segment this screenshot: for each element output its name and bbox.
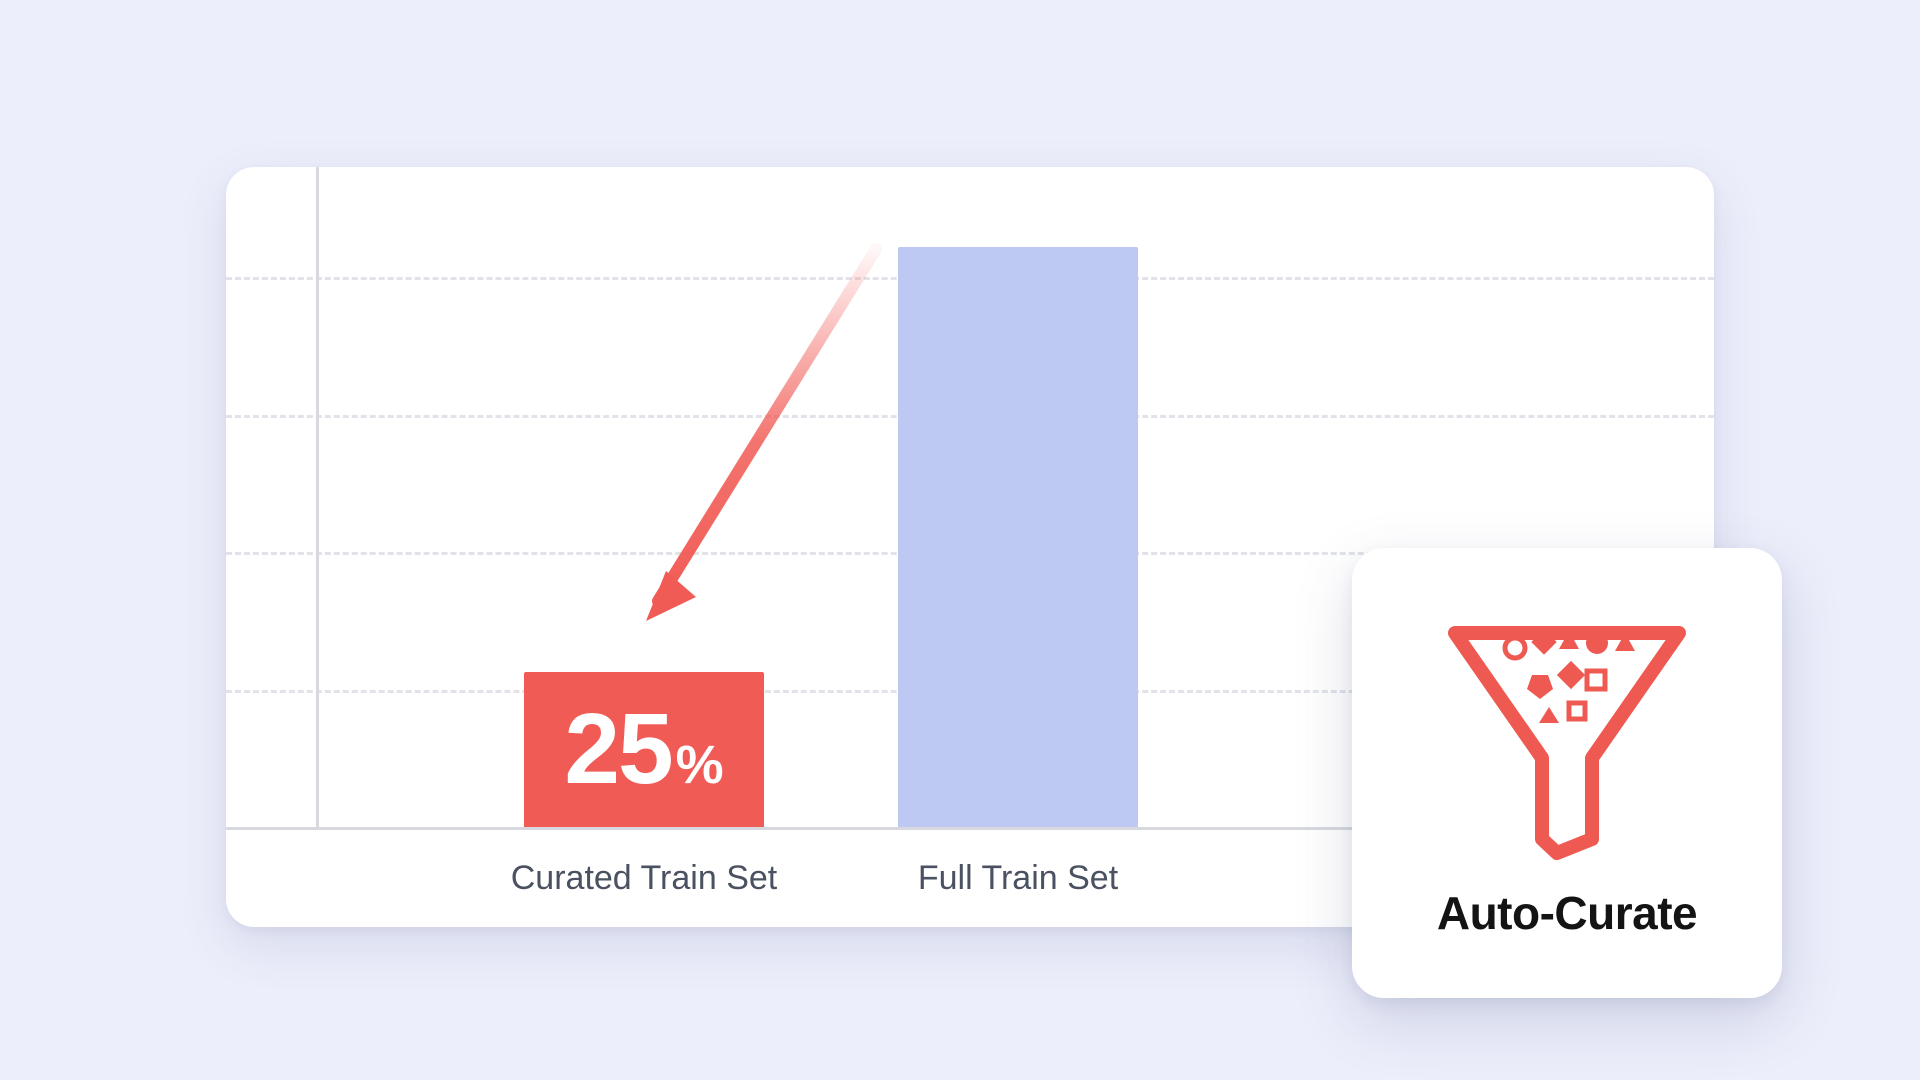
bar-value-number: 25 xyxy=(564,699,671,799)
bar-value-label: 25 % xyxy=(524,699,764,799)
bar-curated-train-set: 25 % xyxy=(524,672,764,828)
bar-full-train-set xyxy=(898,247,1138,827)
bar-value-unit: % xyxy=(676,738,724,792)
y-axis xyxy=(316,167,319,827)
x-tick-label-curated: Curated Train Set xyxy=(506,859,782,898)
x-tick-label-full: Full Train Set xyxy=(880,859,1156,898)
funnel-icon xyxy=(1432,598,1702,868)
auto-curate-card: Auto-Curate xyxy=(1352,548,1782,998)
auto-curate-label: Auto-Curate xyxy=(1437,886,1697,940)
